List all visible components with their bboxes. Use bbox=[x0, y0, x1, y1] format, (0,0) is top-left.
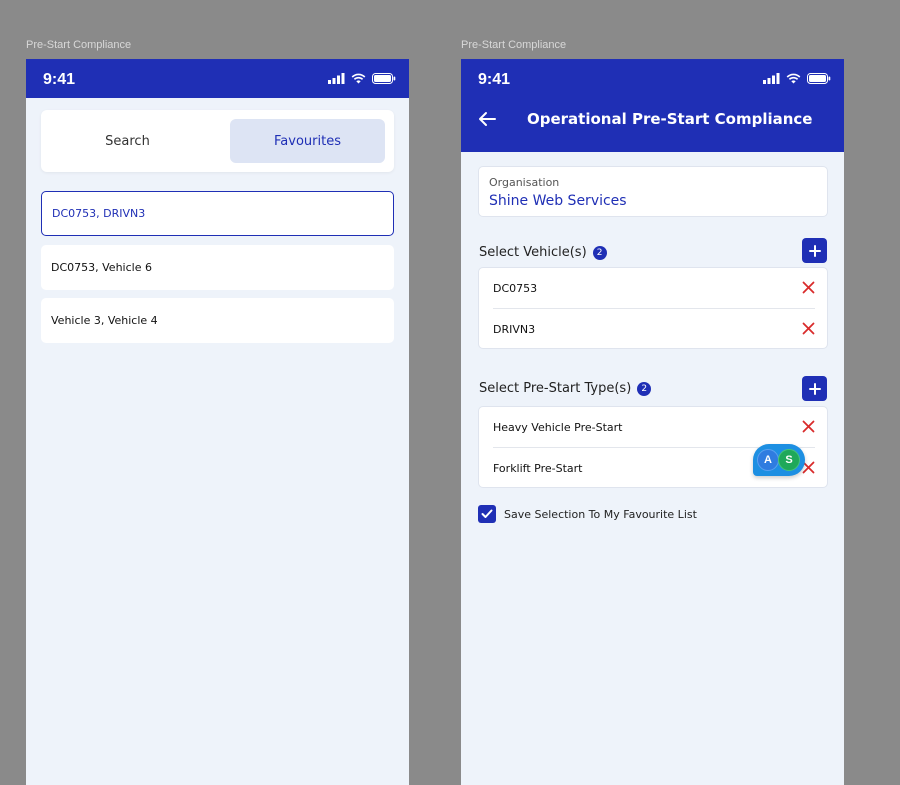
close-icon[interactable] bbox=[802, 281, 815, 294]
wifi-icon bbox=[786, 73, 801, 84]
plus-icon bbox=[808, 382, 821, 395]
favourite-item[interactable]: DC0753, DRIVN3 bbox=[41, 191, 394, 236]
signal-icon bbox=[328, 73, 345, 84]
list-item: DRIVN3 bbox=[479, 309, 827, 349]
battery-icon bbox=[372, 73, 396, 84]
avatar: S bbox=[778, 449, 800, 471]
close-icon[interactable] bbox=[802, 322, 815, 335]
vehicles-count-badge: 2 bbox=[592, 245, 607, 260]
favourite-item[interactable]: Vehicle 3, Vehicle 4 bbox=[41, 298, 394, 343]
vehicles-title-text: Select Vehicle(s) bbox=[479, 245, 587, 260]
page-title: Operational Pre-Start Compliance bbox=[527, 110, 813, 128]
vehicles-section-title: Select Vehicle(s) 2 bbox=[479, 245, 607, 260]
vehicle-name: DC0753 bbox=[493, 281, 538, 295]
status-time: 9:41 bbox=[478, 71, 511, 88]
signal-icon bbox=[763, 73, 780, 84]
prestart-form-screen: 9:41 Operational Pre-Start Compliance Or… bbox=[461, 59, 844, 785]
save-favourite-label: Save Selection To My Favourite List bbox=[504, 508, 697, 521]
status-time: 9:41 bbox=[43, 71, 76, 88]
prestart-title-text: Select Pre-Start Type(s) bbox=[479, 381, 632, 396]
organisation-label: Organisation bbox=[489, 176, 560, 189]
vehicle-name: DRIVN3 bbox=[493, 322, 536, 336]
search-favourites-toggle: Search Favourites bbox=[41, 110, 394, 172]
organisation-field[interactable]: Organisation Shine Web Services bbox=[478, 166, 828, 217]
battery-icon bbox=[807, 73, 831, 84]
close-icon[interactable] bbox=[802, 420, 815, 433]
prestart-section-title: Select Pre-Start Type(s) 2 bbox=[479, 381, 652, 396]
status-bar: 9:41 bbox=[461, 59, 844, 98]
tab-favourites[interactable]: Favourites bbox=[230, 119, 385, 163]
list-item: Heavy Vehicle Pre-Start bbox=[479, 407, 827, 447]
prestart-count-badge: 2 bbox=[637, 381, 652, 396]
save-favourite-checkbox[interactable] bbox=[478, 505, 496, 523]
prestart-type-name: Heavy Vehicle Pre-Start bbox=[493, 420, 623, 434]
favourites-screen: 9:41 Search Favourites DC0753, DRIVN3 DC… bbox=[26, 59, 409, 785]
tab-search[interactable]: Search bbox=[50, 119, 205, 163]
frame-label-right: Pre-Start Compliance bbox=[461, 39, 567, 51]
plus-icon bbox=[808, 244, 821, 257]
add-vehicle-button[interactable] bbox=[802, 238, 827, 263]
favourite-item[interactable]: DC0753, Vehicle 6 bbox=[41, 245, 394, 290]
list-item: DC0753 bbox=[479, 268, 827, 308]
check-icon bbox=[481, 509, 493, 518]
frame-label-left: Pre-Start Compliance bbox=[26, 39, 132, 51]
organisation-value: Shine Web Services bbox=[489, 193, 627, 209]
app-bar: Operational Pre-Start Compliance bbox=[461, 98, 844, 152]
wifi-icon bbox=[351, 73, 366, 84]
add-prestart-type-button[interactable] bbox=[802, 376, 827, 401]
back-arrow-icon[interactable] bbox=[477, 111, 497, 127]
vehicles-list: DC0753 DRIVN3 bbox=[478, 267, 828, 349]
prestart-type-name: Forklift Pre-Start bbox=[493, 461, 583, 475]
status-bar: 9:41 bbox=[26, 59, 409, 98]
avatar: A bbox=[757, 449, 779, 471]
collaborator-avatars[interactable]: A S bbox=[753, 444, 805, 476]
